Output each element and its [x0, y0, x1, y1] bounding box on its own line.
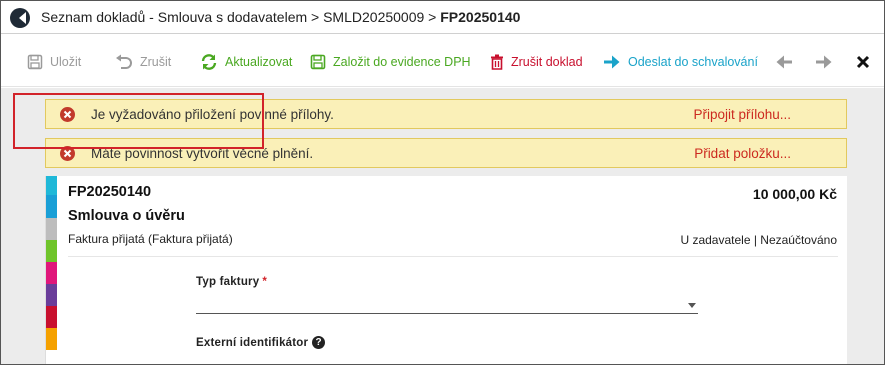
- question-circle-icon[interactable]: ?: [312, 336, 326, 349]
- app-logo-icon[interactable]: [10, 8, 30, 28]
- divider: [68, 256, 838, 257]
- add-item-link[interactable]: Přidat položku...: [694, 146, 791, 161]
- status-stripe: [46, 284, 57, 306]
- highlight-box: [13, 93, 264, 149]
- arrow-left-icon: [776, 55, 792, 69]
- cancel-label: Zrušit: [140, 55, 172, 69]
- document-title: Smlouva o úvěru: [68, 208, 185, 224]
- invoice-type-label-text: Typ faktury: [196, 276, 260, 288]
- breadcrumb: Seznam dokladů - Smlouva s dodavatelem >…: [41, 9, 520, 25]
- vat-register-label: Založit do evidence DPH: [333, 55, 471, 69]
- save-button[interactable]: Uložit: [27, 52, 81, 72]
- external-id-label: Externí identifikátor ?: [196, 336, 326, 349]
- previous-button[interactable]: [774, 52, 794, 72]
- document-amount: 10 000,00 Kč: [752, 186, 837, 202]
- caret-down-icon[interactable]: [688, 303, 696, 308]
- floppy-icon: [310, 54, 326, 70]
- toolbar: Uložit Zrušit Aktualizovat Založit do ev…: [1, 35, 884, 87]
- vat-register-button[interactable]: Založit do evidence DPH: [310, 52, 471, 72]
- delete-document-label: Zrušit doklad: [511, 55, 583, 69]
- title-bar: Seznam dokladů - Smlouva s dodavatelem >…: [1, 1, 884, 34]
- invoice-type-label: Typ faktury *: [196, 276, 267, 288]
- status-stripe: [46, 262, 57, 284]
- close-icon: [856, 55, 870, 69]
- cancel-button[interactable]: Zrušit: [115, 52, 171, 72]
- arrow-right-icon: [816, 55, 832, 69]
- status-stripe: [46, 306, 57, 328]
- required-mark: *: [262, 276, 268, 288]
- send-approval-button[interactable]: Odeslat do schvalování: [603, 52, 758, 72]
- delete-document-button[interactable]: Zrušit doklad: [490, 52, 583, 72]
- breadcrumb-path[interactable]: Seznam dokladů - Smlouva s dodavatelem >…: [41, 9, 440, 25]
- invoice-type-select[interactable]: [196, 294, 698, 314]
- app-window: Seznam dokladů - Smlouva s dodavatelem >…: [0, 0, 885, 365]
- refresh-button[interactable]: Aktualizovat: [200, 52, 292, 72]
- refresh-label: Aktualizovat: [225, 55, 293, 69]
- arrow-right-icon: [604, 55, 620, 69]
- undo-icon: [116, 54, 132, 69]
- status-stripe: [46, 328, 57, 350]
- status-stripe: [46, 240, 57, 262]
- trash-icon: [491, 54, 503, 70]
- external-id-label-text: Externí identifikátor: [196, 336, 309, 349]
- breadcrumb-current: FP20250140: [440, 9, 521, 25]
- document-number: FP20250140: [68, 184, 152, 200]
- floppy-icon: [27, 54, 43, 70]
- status-stripe: [46, 195, 57, 218]
- send-approval-label: Odeslat do schvalování: [628, 55, 758, 69]
- attach-file-link[interactable]: Připojit přílohu...: [693, 107, 791, 122]
- refresh-icon: [201, 54, 217, 70]
- document-status: U zadavatele | Nezaúčtováno: [680, 233, 837, 247]
- status-stripe: [46, 176, 57, 195]
- save-label: Uložit: [50, 55, 82, 69]
- document-panel: FP20250140 Smlouva o úvěru Faktura přija…: [45, 176, 847, 364]
- document-type: Faktura přijatá (Faktura přijatá): [68, 232, 233, 246]
- next-button[interactable]: [814, 52, 834, 72]
- status-stripe: [46, 218, 57, 240]
- close-button[interactable]: [853, 52, 873, 72]
